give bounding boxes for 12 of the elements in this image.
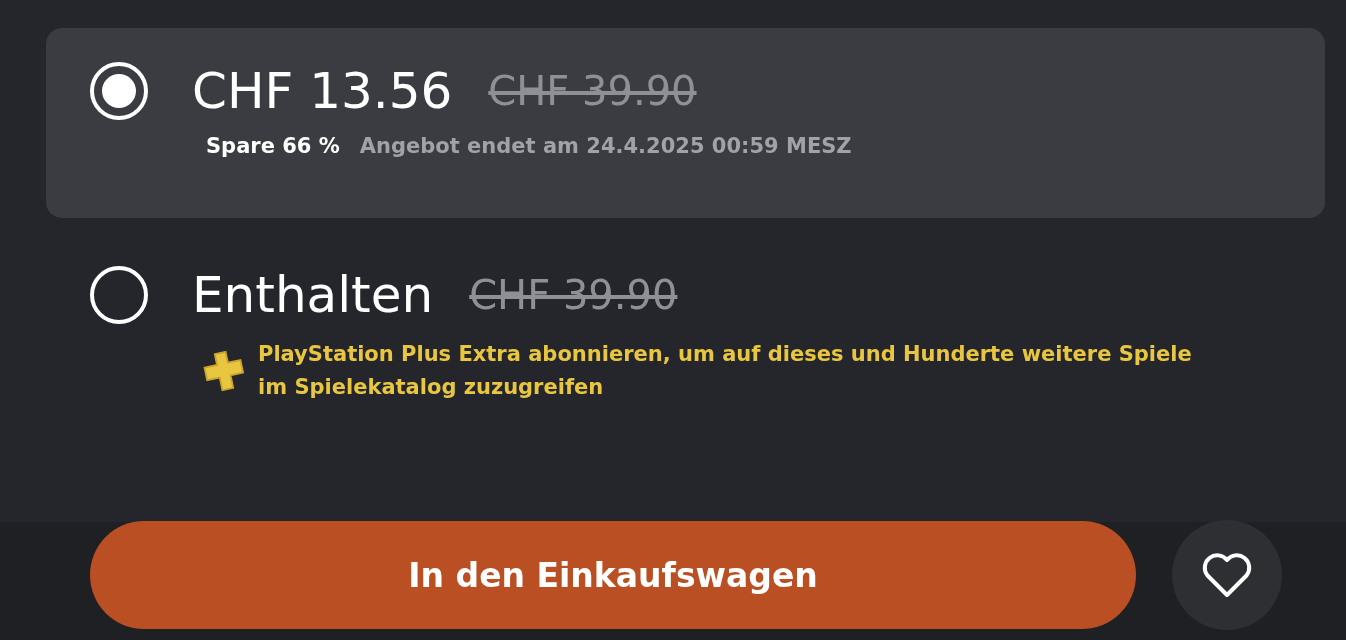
subscription-note: PlayStation Plus Extra abonnieren, um auf dieses und Hunderte weitere Spiele im Spielekatalog zuzugreifen [258, 341, 1193, 401]
offer-end-text: Angebot endet am 24.4.2025 00:59 MESZ [359, 134, 852, 158]
add-to-cart-button[interactable]: In den Einkaufswagen [90, 521, 1137, 629]
offer-card[interactable]: CHF 13.56 CHF 39.90 Spare 66 % Angebot endet am 24.4.2025 00:59 MESZ [46, 28, 1325, 218]
price: Enthalten [192, 266, 434, 324]
original-price: CHF 39.90 [469, 272, 678, 318]
discount-label: Spare 66 % [206, 134, 340, 158]
price: CHF 13.56 [192, 62, 453, 120]
radio-button[interactable] [90, 266, 148, 324]
original-price: CHF 39.90 [488, 68, 697, 114]
radio-button[interactable] [90, 62, 148, 120]
plus-icon [202, 349, 246, 393]
